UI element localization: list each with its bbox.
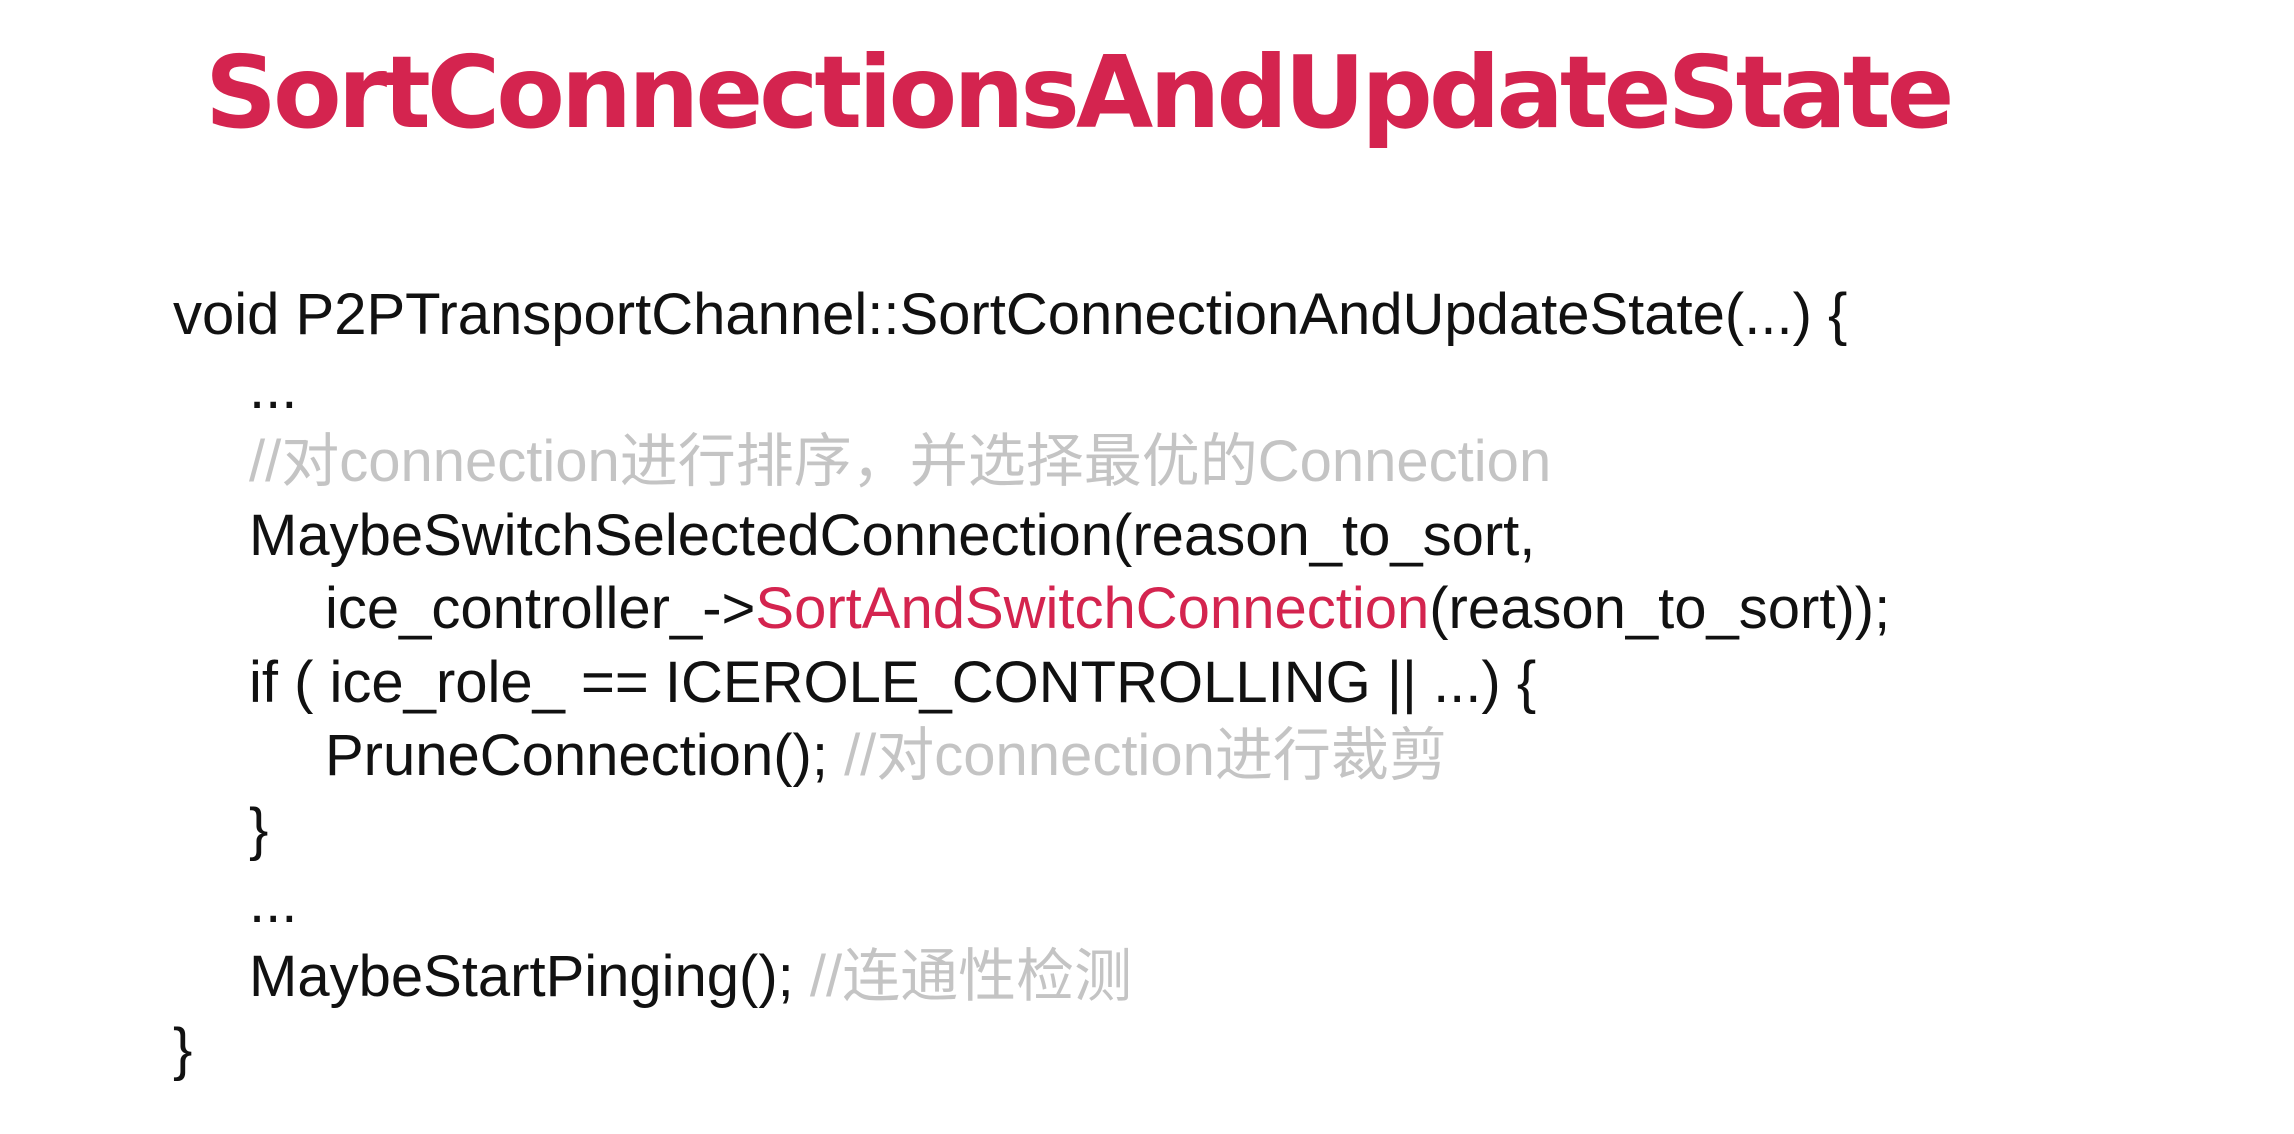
code-line-1: void P2PTransportChannel::SortConnection… [173,278,1890,352]
code-line-7: PruneConnection(); //对connection进行裁剪 [173,719,1890,793]
code-line-9: ... [173,866,1890,940]
closing-brace-function: } [173,1017,193,1082]
controller-ref: ice_controller_-> [325,576,756,641]
if-statement: if ( ice_role_ == ICEROLE_CONTROLLING ||… [249,649,1537,715]
code-line-4: MaybeSwitchSelectedConnection(reason_to_… [173,499,1890,573]
code-line-8: } [173,793,1890,867]
highlighted-function: SortAndSwitchConnection [755,576,1430,641]
comment-pinging: //连通性检测 [809,943,1133,1009]
code-line-5: ice_controller_->SortAndSwitchConnection… [173,572,1890,646]
start-pinging-call: MaybeStartPinging(); [249,943,810,1009]
comment-sort: //对connection进行排序，并选择最优的Connection [249,429,1552,494]
call-args: (reason_to_sort)); [1429,576,1891,641]
code-line-6: if ( ice_role_ == ICEROLE_CONTROLLING ||… [173,646,1890,720]
slide-title: SortConnectionsAndUpdateState [205,34,1954,151]
code-line-2: ... [173,352,1890,426]
ellipsis: ... [249,355,298,421]
ellipsis: ... [249,870,298,935]
function-signature: void P2PTransportChannel::SortConnection… [173,282,1848,347]
slide: SortConnectionsAndUpdateState void P2PTr… [0,0,2294,1134]
comment-prune: //对connection进行裁剪 [844,723,1447,788]
code-line-3: //对connection进行排序，并选择最优的Connection [173,425,1890,499]
code-line-10: MaybeStartPinging(); //连通性检测 [173,940,1890,1014]
code-block: void P2PTransportChannel::SortConnection… [173,278,1890,1087]
code-line-11: } [173,1013,1890,1087]
maybe-switch-call: MaybeSwitchSelectedConnection(reason_to_… [249,502,1536,568]
prune-call: PruneConnection(); [325,723,845,788]
closing-brace-if: } [249,796,269,862]
